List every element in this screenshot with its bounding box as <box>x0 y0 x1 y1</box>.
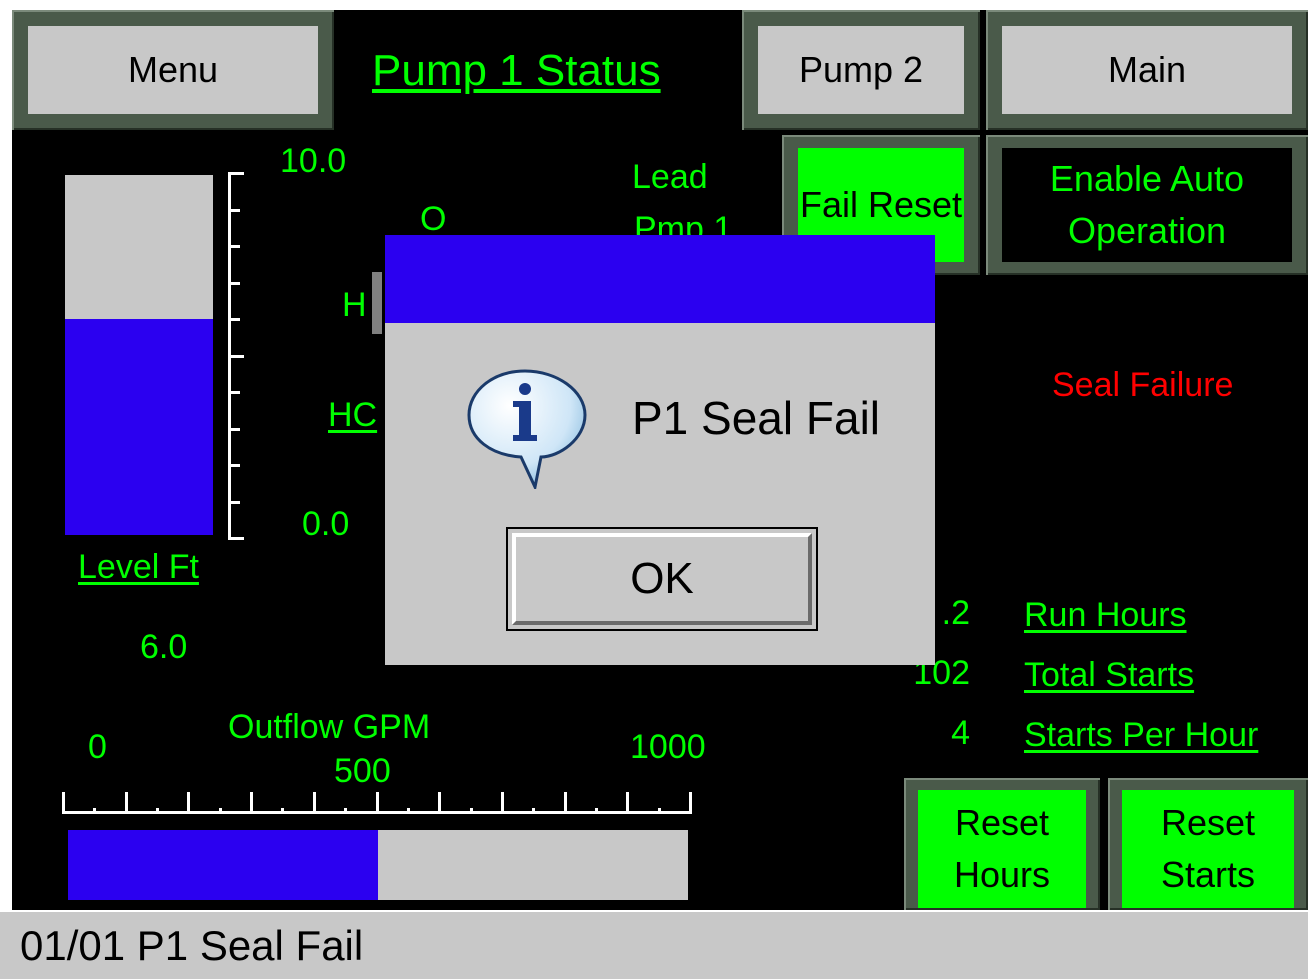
outflow-scale-tick <box>93 808 97 814</box>
outflow-bar-fill <box>68 830 378 900</box>
total-starts-label: Total Starts <box>1024 656 1195 694</box>
outflow-scale-tick <box>281 808 285 814</box>
level-scale-tick <box>228 537 244 540</box>
seal-failure-alarm: Seal Failure <box>1052 366 1234 404</box>
outflow-scale-tick <box>438 792 442 814</box>
outflow-scale-tick <box>532 808 536 814</box>
status-bar-text: 01/01 P1 Seal Fail <box>20 922 364 969</box>
status-bar: 01/01 P1 Seal Fail <box>0 912 1308 979</box>
info-icon <box>467 369 587 489</box>
outflow-scale-tick <box>124 792 128 814</box>
level-bar-fill <box>65 319 213 535</box>
level-scale-tick <box>228 172 244 175</box>
level-scale-tick <box>228 245 240 248</box>
partial-label-o: O <box>420 200 447 238</box>
menu-button[interactable]: Menu <box>28 26 318 114</box>
level-scale-min: 0.0 <box>302 505 350 543</box>
outflow-scale-tick <box>250 792 254 814</box>
run-hours-label: Run Hours <box>1024 596 1187 634</box>
main-button[interactable]: Main <box>1002 26 1292 114</box>
level-scale-tick <box>228 500 240 504</box>
level-scale-tick <box>228 208 240 212</box>
level-scale-max: 10.0 <box>280 142 347 180</box>
dialog-title-bar[interactable] <box>385 235 935 323</box>
outflow-scale-tick <box>156 808 160 814</box>
outflow-scale-tick <box>689 792 692 814</box>
ok-button[interactable]: OK <box>506 527 818 631</box>
outflow-scale-tick <box>406 808 410 814</box>
outflow-scale-min: 0 <box>88 728 107 766</box>
partial-indicator <box>372 272 382 334</box>
outflow-scale-tick <box>187 792 191 814</box>
starts-per-hour-value: 4 <box>951 714 970 752</box>
reset-starts-button[interactable]: Reset Starts <box>1122 790 1294 908</box>
level-scale <box>228 172 248 540</box>
level-scale-tick <box>228 391 240 394</box>
level-scale-tick <box>228 464 240 467</box>
ok-button-label: OK <box>512 533 812 625</box>
level-label: Level Ft <box>78 548 199 586</box>
dialog-message: P1 Seal Fail <box>632 392 881 444</box>
enable-auto-button[interactable]: Enable Auto Operation <box>1002 148 1292 262</box>
level-scale-tick <box>228 427 240 431</box>
partial-label-hc: HC <box>328 396 378 434</box>
level-bar-track <box>65 175 213 535</box>
starts-per-hour-label: Starts Per Hour <box>1024 716 1259 754</box>
reset-hours-button[interactable]: Reset Hours <box>918 790 1086 908</box>
outflow-scale-tick <box>312 792 316 814</box>
page-title: Pump 1 Status <box>372 46 661 95</box>
outflow-scale-tick <box>375 792 379 814</box>
level-value: 6.0 <box>140 628 188 666</box>
outflow-scale <box>62 790 692 814</box>
outflow-scale-tick <box>469 808 473 814</box>
outflow-scale-tick <box>500 792 504 814</box>
partial-label-h: H <box>342 286 367 324</box>
alarm-dialog: P1 Seal Fail OK <box>385 235 935 665</box>
outflow-scale-tick <box>657 808 661 814</box>
outflow-scale-tick <box>62 792 65 814</box>
outflow-bar-track <box>68 830 688 900</box>
pump2-button[interactable]: Pump 2 <box>758 26 964 114</box>
lead-label: Lead <box>632 158 708 196</box>
outflow-scale-tick <box>626 792 630 814</box>
level-scale-tick <box>228 281 240 285</box>
outflow-scale-tick <box>218 808 222 814</box>
level-scale-tick <box>228 318 240 321</box>
outflow-label: Outflow GPM <box>228 708 431 746</box>
outflow-scale-tick <box>594 808 598 814</box>
level-scale-tick <box>228 354 244 358</box>
outflow-scale-tick <box>344 808 348 814</box>
outflow-scale-tick <box>563 792 567 814</box>
outflow-scale-max: 1000 <box>630 728 706 766</box>
outflow-scale-mid: 500 <box>334 752 391 790</box>
